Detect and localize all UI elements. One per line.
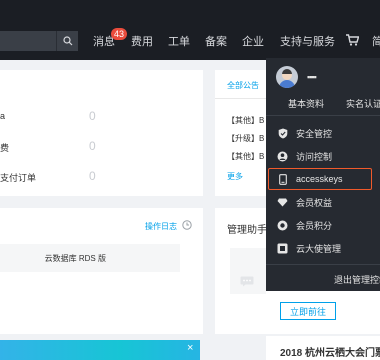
logout-link[interactable]: 退出管理控制台 — [334, 273, 380, 286]
menu-item-security[interactable]: 安全管控 — [266, 122, 380, 144]
chat-icon — [240, 276, 254, 287]
menu-item-ambassador[interactable]: 云大使管理 — [266, 237, 380, 259]
highlight-box — [268, 168, 372, 190]
nav-tickets[interactable]: 工单 — [168, 33, 190, 49]
close-icon[interactable]: × — [187, 342, 193, 354]
orders-row-value[interactable]: 0 — [89, 109, 96, 123]
menu-item-label: 安全管控 — [296, 128, 333, 139]
nav-language[interactable]: 简 — [372, 33, 380, 49]
cart-icon[interactable] — [346, 34, 359, 46]
nav-billing[interactable]: 费用 — [131, 33, 153, 49]
divider — [266, 264, 380, 265]
tab-verification[interactable]: 实名认证 — [346, 97, 380, 110]
diamond-icon — [277, 198, 288, 206]
menu-item-label: 会员权益 — [296, 197, 333, 208]
ops-log-link[interactable]: 操作日志 — [145, 221, 177, 232]
menu-item-access-control[interactable]: 访问控制 — [266, 145, 380, 167]
notice-item[interactable]: 【其他】B — [227, 151, 264, 162]
divider — [215, 98, 266, 99]
notice-item[interactable]: 【其他】B — [227, 115, 264, 126]
tab-all-notices[interactable]: 全部公告 — [227, 80, 259, 91]
menu-item-points[interactable]: 会员积分 — [266, 214, 380, 236]
search-button[interactable] — [56, 31, 78, 51]
menu-item-label: 会员积分 — [296, 220, 333, 231]
username: ▪▪▪▪ — [307, 72, 317, 82]
notice-item[interactable]: 【升级】B — [227, 133, 264, 144]
more-link[interactable]: 更多 — [227, 171, 243, 182]
orders-row-label: a — [0, 111, 6, 121]
search-input[interactable] — [0, 31, 56, 51]
message-count-badge: 43 — [111, 28, 128, 40]
ambassador-icon — [277, 243, 288, 253]
orders-row-label: 支付订单 — [0, 173, 37, 183]
search-icon — [62, 36, 72, 46]
orders-row-label: 费 — [0, 143, 10, 153]
menu-item-label: 访问控制 — [296, 151, 333, 162]
promo-banner[interactable] — [0, 340, 200, 360]
shield-icon — [278, 128, 287, 138]
coin-icon — [277, 220, 288, 230]
user-icon — [277, 151, 288, 161]
orders-row-value[interactable]: 0 — [89, 169, 96, 183]
nav-icp[interactable]: 备案 — [205, 33, 227, 49]
avatar[interactable] — [276, 66, 298, 88]
menu-item-label: 云大使管理 — [296, 243, 342, 254]
assistant-title: 管理助手 — [227, 225, 267, 236]
menu-item-benefits[interactable]: 会员权益 — [266, 191, 380, 213]
go-now-button[interactable]: 立即前往 — [280, 302, 336, 320]
nav-support[interactable]: 支持与服务 — [280, 33, 335, 49]
top-navbar — [0, 0, 380, 60]
orders-row-value[interactable]: 0 — [89, 139, 96, 153]
nav-enterprise[interactable]: 企业 — [242, 33, 264, 49]
product-name: 云数据库 RDS 版 — [44, 253, 106, 263]
tab-profile[interactable]: 基本资料 — [288, 97, 324, 110]
clock-icon — [182, 220, 192, 230]
news-title[interactable]: 2018 杭州云栖大会门票 — [280, 344, 380, 359]
divider — [266, 115, 380, 116]
product-tile[interactable]: 云数据库 RDS 版 — [0, 244, 180, 272]
assistant-illustration — [230, 248, 266, 294]
